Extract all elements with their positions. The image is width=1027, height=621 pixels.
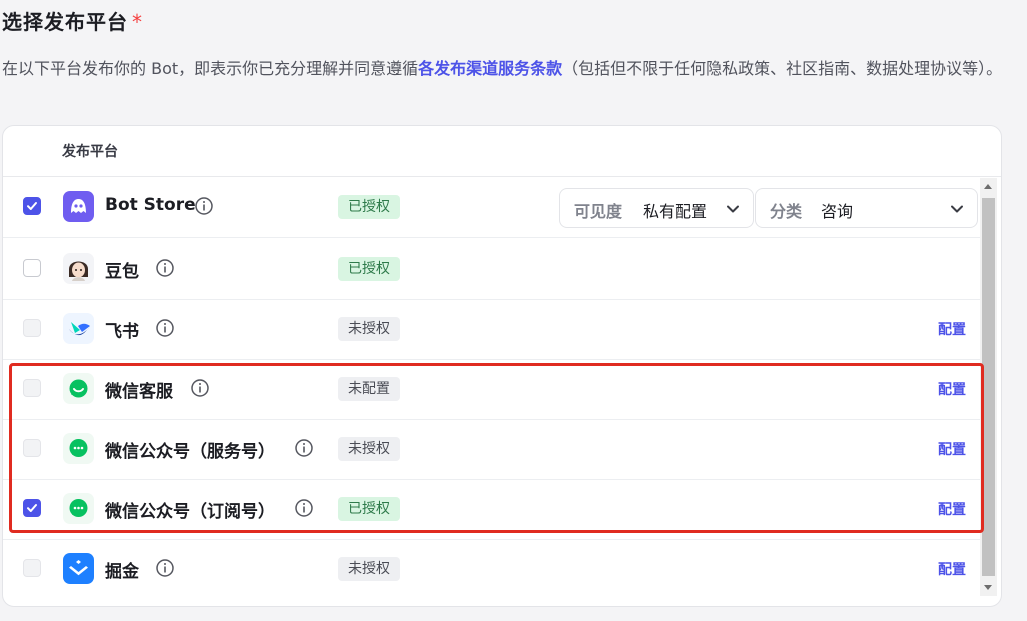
category-label: 分类: [770, 202, 803, 221]
table-row: 掘金 未授权 配置: [3, 539, 981, 599]
platform-name: 飞书: [105, 322, 139, 342]
info-icon[interactable]: [195, 197, 213, 215]
column-header-platform: 发布平台: [62, 144, 118, 160]
status-badge: 未授权: [338, 557, 400, 581]
feishu-icon: [63, 313, 94, 344]
desc-text-after: （包括但不限于任何隐私政策、社区指南、数据处理协议等）。: [562, 59, 1003, 78]
desc-text-before: 在以下平台发布你的 Bot，即表示你已充分理解并同意遵循: [2, 59, 419, 78]
platform-name: 豆包: [105, 262, 139, 282]
configure-link[interactable]: 配置: [938, 559, 966, 579]
table-header: 发布平台: [3, 126, 1001, 177]
configure-link[interactable]: 配置: [938, 319, 966, 339]
juejin-icon: [63, 553, 94, 584]
title-text: 选择发布平台: [2, 10, 128, 34]
row-checkbox[interactable]: [23, 319, 41, 337]
doubao-avatar-icon: [63, 253, 94, 284]
status-badge: 已授权: [338, 195, 400, 219]
scroll-down-arrow[interactable]: [984, 585, 992, 590]
visibility-select[interactable]: 可见度 私有配置: [559, 188, 754, 228]
table-row: 豆包 已授权: [3, 239, 981, 300]
wechat-rows-highlight: [9, 363, 984, 533]
section-title: 选择发布平台 *: [2, 6, 143, 35]
terms-link[interactable]: 各发布渠道服务条款: [418, 59, 562, 78]
visibility-label: 可见度: [574, 202, 623, 221]
status-badge: 未授权: [338, 317, 400, 341]
category-value: 咨询: [821, 202, 854, 221]
info-icon[interactable]: [156, 259, 174, 277]
bot-store-icon: [63, 191, 94, 222]
publish-terms-description: 在以下平台发布你的 Bot，即表示你已充分理解并同意遵循各发布渠道服务条款（包括…: [2, 54, 1012, 83]
status-badge: 已授权: [338, 257, 400, 281]
visibility-value: 私有配置: [643, 202, 708, 221]
chevron-down-icon: [951, 205, 963, 213]
category-select[interactable]: 分类 咨询: [755, 188, 978, 228]
row-checkbox[interactable]: [23, 197, 41, 215]
info-icon[interactable]: [156, 559, 174, 577]
row-checkbox[interactable]: [23, 259, 41, 277]
table-row: 飞书 未授权 配置: [3, 299, 981, 360]
info-icon[interactable]: [156, 319, 174, 337]
required-mark: *: [132, 10, 143, 34]
platform-name: 掘金: [105, 562, 139, 582]
chevron-down-icon: [727, 205, 739, 213]
scroll-up-arrow[interactable]: [984, 184, 992, 189]
platform-name: Bot Store: [105, 195, 196, 215]
row-checkbox[interactable]: [23, 559, 41, 577]
